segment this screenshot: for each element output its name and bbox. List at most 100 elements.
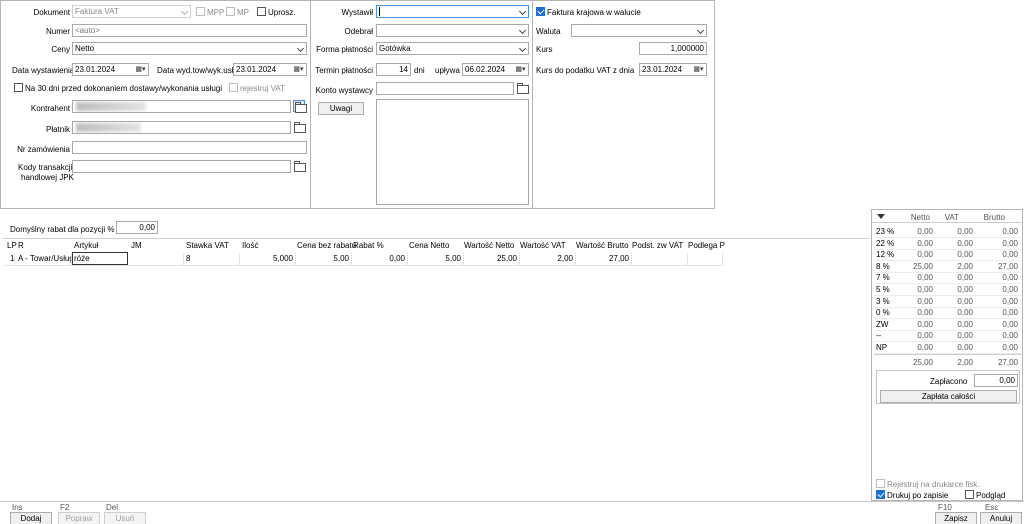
summary-netto: 25,00 xyxy=(912,261,933,271)
platnik-folder-icon[interactable] xyxy=(293,121,306,133)
dni-label: dni xyxy=(414,66,425,75)
summary-rate: 22 % xyxy=(876,238,895,248)
col-artykul[interactable]: Artykuł xyxy=(74,240,98,252)
mpp-label: MPP xyxy=(207,8,225,17)
termin-days-input[interactable]: 14 xyxy=(376,63,411,76)
col-wartosc-vat[interactable]: Wartość VAT xyxy=(520,240,566,252)
summary-brutto: 0,00 xyxy=(1002,250,1018,260)
ceny-label: Ceny xyxy=(51,45,70,54)
col-podlega[interactable]: Podlega P xyxy=(688,240,725,252)
cell-stawka: 8 xyxy=(186,253,240,265)
popraw-button[interactable]: Popraw xyxy=(58,512,100,524)
col-cena-netto[interactable]: Cena Netto xyxy=(409,240,449,252)
summary-sort-icon[interactable] xyxy=(877,214,885,219)
summary-netto: 0,00 xyxy=(917,319,933,329)
anuluj-button[interactable]: Anuluj xyxy=(980,512,1022,524)
col-jm[interactable]: JM xyxy=(131,240,142,252)
mpp-checkbox[interactable] xyxy=(196,7,205,16)
uplywa-value: 06.02.2024 xyxy=(465,65,506,74)
data-wyd-input[interactable]: 23.01.2024 ▦▾ xyxy=(233,63,307,76)
text-cursor xyxy=(379,7,380,16)
uplywa-input[interactable]: 06.02.2024 ▦▾ xyxy=(462,63,529,76)
na30-checkbox[interactable] xyxy=(14,83,23,92)
col-rabat[interactable]: Rabat % xyxy=(353,240,384,252)
zaplacono-input[interactable]: 0,00 xyxy=(974,374,1018,387)
data-wyd-value: 23.01.2024 xyxy=(236,65,277,74)
kontrahent-input[interactable] xyxy=(72,100,291,113)
summary-brutto: 0,00 xyxy=(1002,343,1018,352)
kurs-vat-date-value: 23.01.2024 xyxy=(642,65,683,74)
calendar-icon[interactable]: ▦▾ xyxy=(513,64,528,75)
summary-brutto: 0,00 xyxy=(1002,319,1018,329)
data-wystawienia-input[interactable]: 23.01.2024 ▦▾ xyxy=(72,63,149,76)
rejestruj-vat-checkbox[interactable] xyxy=(229,83,238,92)
col-cena-bez-rabatu[interactable]: Cena bez rabatu xyxy=(297,240,356,252)
kody-transakcji-input[interactable] xyxy=(72,160,291,173)
usun-button[interactable]: Usuń xyxy=(104,512,146,524)
dokument-select[interactable]: Faktura VAT xyxy=(72,5,191,18)
platnik-input[interactable] xyxy=(72,121,291,134)
mp-checkbox[interactable] xyxy=(226,7,235,16)
summary-vat: 0,00 xyxy=(957,319,973,329)
forma-platnosci-select[interactable]: Gotówka xyxy=(376,42,529,55)
cell-artykul[interactable]: róże xyxy=(72,252,128,265)
rejestruj-vat-label: rejestruj VAT xyxy=(240,84,286,93)
summary-total-row xyxy=(874,354,1021,355)
ceny-select[interactable]: Netto xyxy=(72,42,307,55)
zaplata-calosci-button[interactable]: Zapłata całości xyxy=(880,390,1017,403)
odebral-select[interactable] xyxy=(376,24,529,37)
waluta-select[interactable] xyxy=(571,24,707,37)
summary-netto: 0,00 xyxy=(917,285,933,294)
rabat-label: Domyślny rabat dla pozycji % xyxy=(10,225,115,234)
summary-rate: NP xyxy=(876,343,888,352)
konto-input[interactable] xyxy=(376,82,514,95)
col-lp[interactable]: LP xyxy=(7,240,17,252)
uprosz-checkbox[interactable] xyxy=(257,7,266,16)
summary-total-netto: 25,00 xyxy=(912,358,933,367)
drukuj-checkbox[interactable] xyxy=(876,490,885,499)
calendar-icon[interactable]: ▦▾ xyxy=(291,64,306,75)
summary-rate: 23 % xyxy=(876,227,895,236)
calendar-icon[interactable]: ▦▾ xyxy=(133,64,148,75)
kurs-vat-date-input[interactable]: 23.01.2024 ▦▾ xyxy=(639,63,707,76)
cell-cena-netto: 5,00 xyxy=(409,253,464,265)
wystawil-select[interactable] xyxy=(376,5,529,18)
col-podst-zw-vat[interactable]: Podst. zw VAT xyxy=(632,240,683,252)
col-wartosc-brutto[interactable]: Wartość Brutto xyxy=(576,240,629,252)
kurs-vat-label: Kurs do podatku VAT z dnia xyxy=(536,66,635,75)
rejestruj-fisk-checkbox[interactable] xyxy=(876,479,885,488)
col-stawka-vat[interactable]: Stawka VAT xyxy=(186,240,229,252)
numer-input[interactable]: <auto> xyxy=(72,24,307,37)
uprosz-label: Uprosz. xyxy=(268,8,296,17)
podglad-checkbox[interactable] xyxy=(965,490,974,499)
uwagi-button[interactable]: Uwagi xyxy=(318,102,364,115)
summary-vat: 0,00 xyxy=(957,331,973,341)
nr-zamowienia-input[interactable] xyxy=(72,141,307,154)
summary-netto: 0,00 xyxy=(917,273,933,283)
zapisz-button[interactable]: Zapisz xyxy=(935,512,977,524)
odebral-label: Odebrał xyxy=(344,27,373,36)
konto-folder-icon[interactable] xyxy=(516,82,529,94)
usun-shortcut: Del xyxy=(106,503,119,512)
summary-netto: 0,00 xyxy=(917,331,933,341)
dodaj-button[interactable]: Dodaj xyxy=(10,512,52,524)
drukuj-label: Drukuj po zapisie xyxy=(887,491,949,500)
col-r[interactable]: R xyxy=(18,240,24,252)
uwagi-textarea[interactable] xyxy=(376,99,529,205)
summary-rate: -- xyxy=(876,331,882,341)
wystawil-label: Wystawił xyxy=(341,8,373,17)
kody-folder-icon[interactable] xyxy=(293,160,306,172)
data-wystawienia-value: 23.01.2024 xyxy=(75,65,116,74)
faktura-krajowa-checkbox[interactable] xyxy=(536,7,545,16)
kurs-input[interactable]: 1,000000 xyxy=(639,42,707,55)
kontrahent-folder-icon[interactable] xyxy=(293,100,307,113)
rabat-input[interactable]: 0,00 xyxy=(116,221,158,234)
calendar-icon[interactable]: ▦▾ xyxy=(691,64,706,75)
summary-brutto: 0,00 xyxy=(1002,238,1018,248)
col-wartosc-netto[interactable]: Wartość Netto xyxy=(464,240,514,252)
summary-rate: 3 % xyxy=(876,296,890,306)
items-grid[interactable] xyxy=(3,238,870,498)
summary-vat: 0,00 xyxy=(957,238,973,248)
cell-lp: 1 xyxy=(10,253,16,265)
col-ilosc[interactable]: Ilość xyxy=(242,240,258,252)
